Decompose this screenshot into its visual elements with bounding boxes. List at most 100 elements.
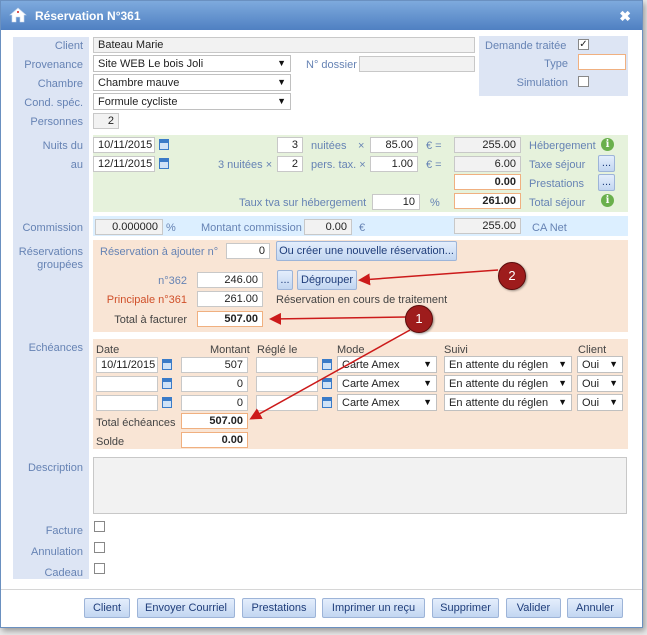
- simulation-checkbox[interactable]: [578, 76, 589, 87]
- dropdown-arrow-icon: ▼: [556, 397, 567, 407]
- calendar-icon[interactable]: [322, 359, 332, 370]
- valider-button[interactable]: Valider: [506, 598, 561, 618]
- date-from-field[interactable]: 10/11/2015: [93, 137, 155, 153]
- envoyer-courriel-button[interactable]: Envoyer Courriel: [137, 598, 235, 618]
- close-icon[interactable]: ✖: [619, 8, 631, 25]
- total-sejour: 261.00: [454, 193, 521, 209]
- commission-field[interactable]: 0.000000: [95, 219, 163, 235]
- annuler-button[interactable]: Annuler: [567, 598, 623, 618]
- prestations-more-button[interactable]: ...: [598, 174, 615, 191]
- r362-more-button[interactable]: ...: [277, 270, 293, 290]
- client-value: Oui: [582, 397, 600, 409]
- calendar-icon[interactable]: [159, 139, 169, 150]
- cond-label: Cond. spéc.: [24, 97, 83, 109]
- tva-label: Taux tva sur hébergement: [239, 197, 367, 209]
- chambre-select[interactable]: Chambre mauve ▼: [93, 74, 291, 91]
- echeance-date-field[interactable]: [96, 376, 158, 392]
- footer-divider: [1, 589, 642, 590]
- echeance-suivi-select[interactable]: En attente du réglen ▼: [444, 375, 572, 392]
- ajouter-label: Réservation à ajouter n°: [100, 246, 219, 258]
- echeance-date-field[interactable]: 10/11/2015: [96, 357, 158, 373]
- total-echeances-label: Total échéances: [96, 417, 176, 429]
- supprimer-button[interactable]: Supprimer: [432, 598, 499, 618]
- type-field[interactable]: [578, 54, 626, 70]
- cadeau-checkbox[interactable]: [94, 563, 105, 574]
- calendar-icon[interactable]: [162, 378, 172, 389]
- facture-checkbox[interactable]: [94, 521, 105, 532]
- montant-commission-label: Montant commission: [201, 222, 302, 234]
- echeance-client-select[interactable]: Oui ▼: [577, 375, 623, 392]
- dossier-field[interactable]: [359, 56, 475, 72]
- echeance-montant-field[interactable]: 0: [181, 376, 248, 392]
- calendar-icon[interactable]: [322, 378, 332, 389]
- echeance-client-select[interactable]: Oui ▼: [577, 394, 623, 411]
- taxe-label: Taxe séjour: [529, 159, 586, 171]
- echeance-regle-field[interactable]: [256, 376, 318, 392]
- nights-count-field[interactable]: 3: [277, 137, 303, 153]
- calendar-icon[interactable]: [322, 397, 332, 408]
- creer-reservation-button[interactable]: Ou créer une nouvelle réservation...: [276, 241, 457, 261]
- echeance-regle-field[interactable]: [256, 357, 318, 373]
- ca-net-field: 255.00: [454, 218, 521, 234]
- prestations-button[interactable]: Prestations: [242, 598, 316, 618]
- personnes-label: Personnes: [30, 116, 83, 128]
- imprimer-recu-button[interactable]: Imprimer un reçu: [322, 598, 425, 618]
- echeance-regle-field[interactable]: [256, 395, 318, 411]
- calendar-icon[interactable]: [162, 397, 172, 408]
- provenance-label: Provenance: [24, 59, 83, 71]
- principale-label: Principale n°361: [106, 294, 187, 306]
- r362-label: n°362: [158, 275, 187, 287]
- degrouper-button[interactable]: Dégrouper: [297, 270, 357, 290]
- chambre-value: Chambre mauve: [98, 77, 180, 89]
- echeance-mode-select[interactable]: Carte Amex ▼: [337, 394, 437, 411]
- r362-field: 246.00: [197, 272, 263, 288]
- tax-price-field[interactable]: 1.00: [370, 156, 418, 172]
- client-field[interactable]: Bateau Marie: [93, 37, 475, 53]
- chambre-label: Chambre: [37, 78, 83, 90]
- provenance-select[interactable]: Site WEB Le bois Joli ▼: [93, 55, 291, 72]
- client-label: Client: [54, 40, 83, 52]
- cond-select[interactable]: Formule cycliste ▼: [93, 93, 291, 110]
- persons-field[interactable]: 2: [277, 156, 303, 172]
- cadeau-label: Cadeau: [44, 567, 83, 579]
- info-icon[interactable]: i: [601, 194, 614, 207]
- dropdown-arrow-icon: ▼: [423, 378, 432, 388]
- echeance-suivi-select[interactable]: En attente du réglen ▼: [444, 394, 572, 411]
- client-value: Oui: [582, 378, 600, 390]
- window-title: Réservation N°361: [35, 9, 141, 23]
- header-client: Client: [578, 344, 607, 356]
- suivi-value: En attente du réglen: [449, 397, 549, 409]
- echeance-suivi-select[interactable]: En attente du réglen ▼: [444, 356, 572, 373]
- taxe-more-button[interactable]: ...: [598, 155, 615, 172]
- personnes-field[interactable]: 2: [93, 113, 119, 129]
- echeance-date-field[interactable]: [96, 395, 158, 411]
- echeance-montant-field[interactable]: 507: [181, 357, 248, 373]
- taxe-total: 6.00: [454, 156, 521, 172]
- date-to-field[interactable]: 12/11/2015: [93, 156, 155, 172]
- calendar-icon[interactable]: [162, 359, 172, 370]
- times-sign: ×: [358, 140, 365, 152]
- echeance-client-select[interactable]: Oui ▼: [577, 356, 623, 373]
- ca-net-label: CA Net: [532, 222, 567, 234]
- facture-label: Facture: [45, 525, 83, 537]
- calendar-icon[interactable]: [159, 158, 169, 169]
- echeance-mode-select[interactable]: Carte Amex ▼: [337, 356, 437, 373]
- dropdown-arrow-icon: ▼: [277, 96, 286, 106]
- description-textarea[interactable]: [93, 457, 627, 514]
- client-button[interactable]: Client: [84, 598, 130, 618]
- commission-label: Commission: [22, 222, 83, 234]
- info-icon[interactable]: i: [601, 138, 614, 151]
- dropdown-arrow-icon: ▼: [423, 359, 432, 369]
- price-field[interactable]: 85.00: [370, 137, 418, 153]
- annulation-checkbox[interactable]: [94, 542, 105, 553]
- echeance-montant-field[interactable]: 0: [181, 395, 248, 411]
- dropdown-arrow-icon: ▼: [609, 378, 618, 388]
- demande-checkbox[interactable]: ✓: [578, 39, 589, 50]
- dropdown-arrow-icon: ▼: [423, 397, 432, 407]
- tva-field[interactable]: 10: [372, 194, 420, 210]
- echeance-mode-select[interactable]: Carte Amex ▼: [337, 375, 437, 392]
- ajouter-field[interactable]: 0: [226, 243, 270, 259]
- echeances-label: Echéances: [28, 342, 83, 354]
- header-mode: Mode: [337, 344, 365, 356]
- principale-field: 261.00: [197, 291, 263, 307]
